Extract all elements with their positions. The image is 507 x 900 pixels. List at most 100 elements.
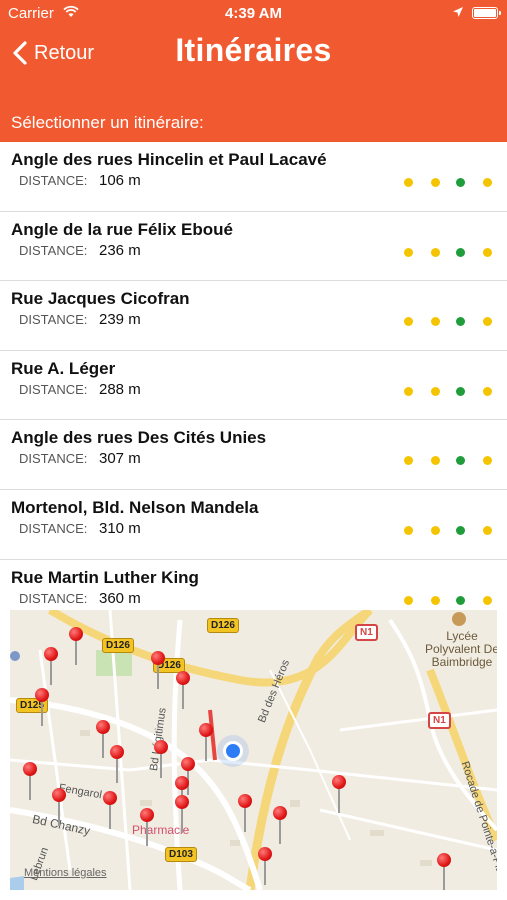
distance-value: 288 m	[99, 380, 141, 398]
distance-value: 236 m	[99, 241, 141, 259]
status-dot	[456, 178, 465, 187]
status-dots	[404, 178, 494, 188]
status-dot	[404, 456, 413, 466]
status-dot	[404, 317, 413, 327]
map-pin[interactable]	[69, 627, 83, 665]
status-dot	[431, 178, 440, 187]
status-dot	[431, 456, 440, 466]
map-pin[interactable]	[23, 762, 37, 800]
status-dots	[404, 456, 494, 466]
distance-value: 310 m	[99, 519, 141, 537]
itinerary-row[interactable]: Angle des rues Des Cités Unies DISTANCE: 3…	[0, 420, 507, 490]
map-pin[interactable]	[154, 740, 168, 778]
map-pin[interactable]	[110, 745, 124, 783]
status-dots	[404, 595, 494, 606]
status-dot	[431, 595, 440, 605]
map-pin[interactable]	[52, 788, 66, 826]
status-dots	[404, 525, 494, 536]
status-dot	[404, 525, 413, 535]
status-dot	[483, 178, 492, 187]
itinerary-row[interactable]: Rue Martin Luther King DISTANCE: 360 m	[0, 560, 507, 610]
status-dot	[456, 386, 465, 396]
page-title: Itinéraires	[175, 32, 332, 68]
status-dot	[483, 525, 492, 535]
distance-label: DISTANCE:	[19, 381, 88, 397]
road-shield-d126: D126	[207, 618, 239, 633]
location-arrow-icon	[453, 7, 463, 17]
itinerary-row[interactable]: Rue Jacques Cicofran DISTANCE: 239 m	[0, 281, 507, 351]
distance-label: DISTANCE:	[19, 312, 88, 328]
map-pin[interactable]	[35, 688, 49, 726]
map-pin[interactable]	[176, 671, 190, 709]
road-shield-n1: N1	[355, 624, 378, 641]
itinerary-title: Angle des rues Des Cités Unies	[11, 428, 267, 448]
map-pin[interactable]	[175, 795, 189, 833]
itinerary-row[interactable]: Angle des rues Hincelin et Paul Lacavé DI…	[0, 142, 507, 212]
itinerary-title: Angle des rues Hincelin et Paul Lacavé	[11, 150, 327, 169]
road-shield-d103: D103	[165, 847, 197, 862]
current-location-marker	[223, 741, 243, 761]
legal-link[interactable]: Mentions légales	[24, 867, 107, 879]
itinerary-title: Rue Jacques Cicofran	[11, 289, 190, 309]
map-pin[interactable]	[103, 791, 117, 829]
distance-label: DISTANCE:	[19, 520, 88, 536]
header: Carrier 4:39 AM Retour Itinéraires Sélec…	[0, 0, 507, 142]
distance-value: 307 m	[99, 450, 141, 468]
map-pin[interactable]	[258, 847, 272, 885]
status-dot	[483, 247, 492, 257]
status-dot	[456, 456, 465, 466]
status-dots	[404, 247, 494, 258]
itinerary-title: Rue A. Léger	[11, 358, 116, 378]
distance-label: DISTANCE:	[19, 242, 88, 258]
map-pin[interactable]	[140, 808, 154, 846]
itinerary-row[interactable]: Angle de la rue Félix Eboué DISTANCE: 236 …	[0, 212, 507, 282]
section-label: Sélectionner un itinéraire:	[11, 113, 204, 132]
battery-icon	[472, 7, 501, 19]
status-dot	[431, 317, 440, 327]
status-dot	[456, 317, 465, 327]
distance-value: 360 m	[99, 589, 141, 607]
status-dot	[483, 456, 492, 466]
status-dots	[404, 317, 494, 327]
status-dot	[404, 178, 413, 187]
itinerary-row[interactable]: Mortenol, Bld. Nelson Mandela DISTANCE: 31…	[0, 490, 507, 560]
poi-label: Lycée Polyvalent De Baimbridge	[424, 629, 497, 669]
map-view[interactable]: D126 D126 D126 D125 D103 N1 N1 Bd des Hé…	[10, 610, 497, 890]
status-bar: Carrier 4:39 AM	[0, 0, 507, 28]
map-pin[interactable]	[96, 720, 110, 758]
distance-value: 106 m	[99, 172, 141, 189]
distance-value: 239 m	[99, 311, 141, 329]
road-shield-n1: N1	[428, 712, 451, 729]
water-area	[10, 876, 24, 890]
map-pin[interactable]	[44, 647, 58, 685]
status-dot	[404, 595, 413, 605]
status-dot	[431, 525, 440, 535]
status-dot	[483, 386, 492, 396]
itinerary-title: Rue Martin Luther King	[11, 567, 199, 587]
status-dot	[431, 386, 440, 396]
map-pin[interactable]	[199, 723, 213, 761]
status-dot	[404, 247, 413, 257]
map-pin[interactable]	[151, 651, 165, 689]
itinerary-list[interactable]: Angle des rues Hincelin et Paul Lacavé DI…	[0, 142, 507, 610]
distance-label: DISTANCE:	[19, 451, 88, 467]
map-pin[interactable]	[273, 806, 287, 844]
itinerary-title: Mortenol, Bld. Nelson Mandela	[11, 497, 259, 517]
clock: 4:39 AM	[225, 5, 282, 22]
itinerary-row[interactable]: Rue A. Léger DISTANCE: 288 m	[0, 351, 507, 421]
status-dot	[456, 247, 465, 257]
road-shield-d126: D126	[102, 638, 134, 653]
distance-label: DISTANCE:	[19, 590, 88, 606]
itinerary-title: Angle de la rue Félix Eboué	[11, 219, 233, 239]
status-dot	[483, 595, 492, 605]
status-dot	[431, 247, 440, 257]
status-dot	[404, 386, 413, 396]
map-pin[interactable]	[437, 853, 451, 890]
map-pin[interactable]	[238, 794, 252, 832]
status-dots	[404, 386, 494, 397]
status-dot	[483, 317, 492, 327]
status-dot	[456, 525, 465, 535]
distance-label: DISTANCE:	[19, 173, 88, 188]
map-pin[interactable]	[332, 775, 346, 813]
status-dot	[456, 595, 465, 605]
